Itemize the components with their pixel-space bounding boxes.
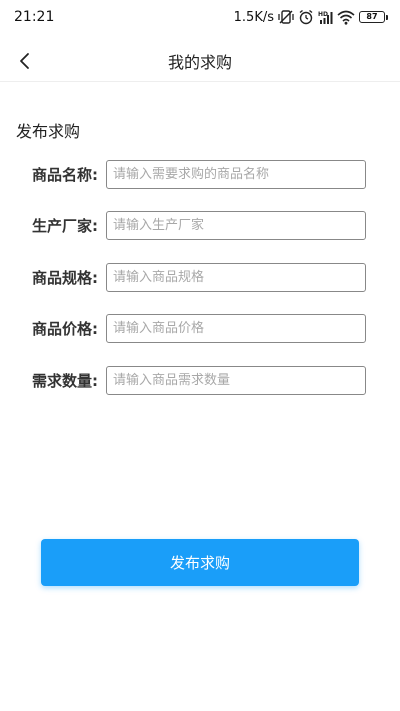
manufacturer-label: 生产厂家: [32,217,98,235]
price-label: 商品价格: [32,320,98,338]
wifi-icon [337,10,355,25]
product-name-input[interactable] [106,160,366,189]
product-name-label: 商品名称: [32,166,98,184]
network-speed: 1.5K/s [233,9,274,25]
specification-input[interactable] [106,263,366,292]
submit-button[interactable]: 发布求购 [41,539,359,586]
battery-level: 87 [359,11,385,23]
battery-icon: 87 [359,11,388,23]
specification-label: 商品规格: [32,269,98,287]
form-row-specification: 商品规格: [0,263,400,292]
form-row-price: 商品价格: [0,314,400,343]
form-row-quantity: 需求数量: [0,366,400,395]
chevron-left-icon [20,53,29,69]
form-row-manufacturer: 生产厂家: [0,211,400,240]
alarm-icon [298,9,314,25]
muted-vibrate-icon [278,9,294,25]
back-button[interactable] [10,46,40,76]
status-time: 21:21 [14,9,55,25]
form-row-product-name: 商品名称: [0,160,400,189]
status-icons: 1.5K/s HD 87 [234,9,388,25]
nav-bar: 我的求购 [0,40,400,82]
page-title: 我的求购 [167,52,232,72]
quantity-input[interactable] [106,366,366,395]
status-bar: 21:21 1.5K/s HD 87 [0,0,400,34]
section-title: 发布求购 [16,122,81,141]
quantity-label: 需求数量: [32,372,98,390]
price-input[interactable] [106,314,366,343]
hd-signal-icon: HD [318,10,333,25]
svg-text:HD: HD [318,11,328,18]
manufacturer-input[interactable] [106,211,366,240]
